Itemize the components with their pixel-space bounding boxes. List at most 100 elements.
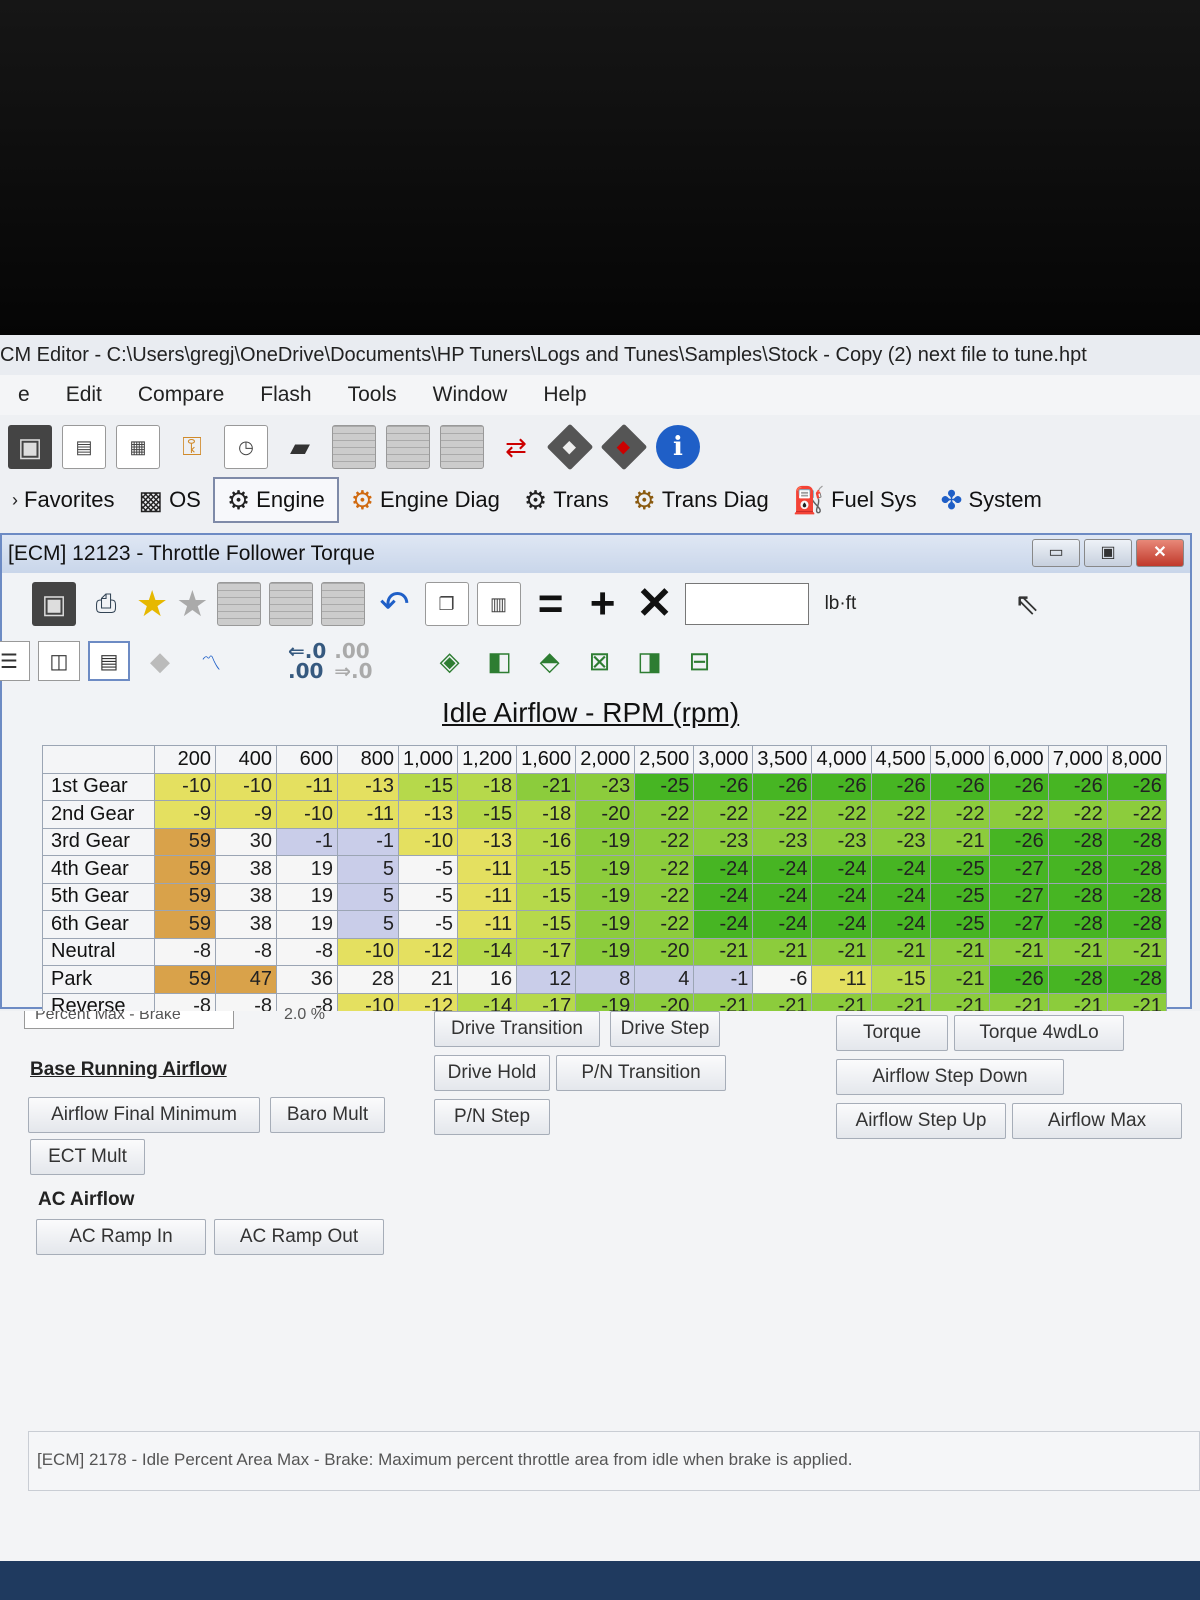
read-vehicle-icon[interactable]: ▰ bbox=[278, 425, 322, 469]
table-cell[interactable]: -19 bbox=[575, 855, 636, 884]
remove-favorite-icon[interactable]: ★ bbox=[176, 583, 208, 625]
table-cell[interactable]: -17 bbox=[516, 937, 577, 966]
table-cell[interactable]: -15 bbox=[870, 965, 931, 994]
column-header[interactable]: 2,500 bbox=[634, 745, 695, 774]
table-cell[interactable]: -8 bbox=[154, 937, 216, 966]
column-header[interactable]: 6,000 bbox=[988, 745, 1049, 774]
table-cell[interactable]: -22 bbox=[1106, 800, 1167, 829]
table-cell[interactable]: -21 bbox=[870, 937, 931, 966]
column-header[interactable]: 800 bbox=[337, 745, 399, 774]
table-cell[interactable]: -9 bbox=[154, 800, 216, 829]
save-icon[interactable]: ▣ bbox=[8, 425, 52, 469]
table-cell[interactable]: -28 bbox=[1106, 882, 1167, 911]
table-cell[interactable]: -22 bbox=[1047, 800, 1108, 829]
table-cell[interactable]: -19 bbox=[575, 910, 636, 939]
table-cell[interactable]: -25 bbox=[929, 882, 990, 911]
table-cell[interactable]: -22 bbox=[634, 827, 695, 856]
table-cell[interactable]: -25 bbox=[929, 855, 990, 884]
grid-view-3-icon[interactable] bbox=[440, 425, 484, 469]
view-rows-icon[interactable]: ☰ bbox=[0, 641, 30, 681]
tab-trans[interactable]: ⚙ Trans bbox=[512, 477, 621, 523]
menu-edit[interactable]: Edit bbox=[48, 383, 120, 407]
table-cell[interactable]: -15 bbox=[457, 800, 518, 829]
row-header[interactable]: Park bbox=[42, 965, 155, 994]
table-cell[interactable]: -12 bbox=[397, 937, 459, 966]
table-cell[interactable]: -22 bbox=[693, 800, 754, 829]
table-cell[interactable]: 19 bbox=[276, 855, 338, 884]
grid-view-1-icon[interactable] bbox=[332, 425, 376, 469]
plus-icon[interactable]: + bbox=[581, 582, 625, 626]
table-cell[interactable]: -23 bbox=[870, 827, 931, 856]
table-cell[interactable]: -10 bbox=[276, 800, 338, 829]
table-cell[interactable]: -24 bbox=[870, 855, 931, 884]
table-cell[interactable]: -10 bbox=[337, 937, 399, 966]
table-cell[interactable]: -24 bbox=[693, 855, 754, 884]
table-cell[interactable]: 36 bbox=[276, 965, 338, 994]
table-cell[interactable]: -26 bbox=[988, 965, 1049, 994]
table-cell[interactable]: 30 bbox=[215, 827, 277, 856]
menu-file[interactable]: e bbox=[0, 383, 48, 407]
table-cell[interactable]: -28 bbox=[1047, 882, 1108, 911]
row-header[interactable]: 3rd Gear bbox=[42, 827, 155, 856]
print-icon[interactable]: ⎙ bbox=[84, 582, 128, 626]
ac-ramp-in-button[interactable]: AC Ramp In bbox=[36, 1219, 206, 1255]
decrease-precision-icon[interactable]: .00 ⇒.0 bbox=[334, 641, 372, 681]
table-cell[interactable]: -21 bbox=[929, 937, 990, 966]
table-cell[interactable]: -28 bbox=[1106, 965, 1167, 994]
table-cell[interactable]: -8 bbox=[276, 937, 338, 966]
table-cell[interactable]: -1 bbox=[693, 965, 754, 994]
table-cell[interactable]: -21 bbox=[1047, 937, 1108, 966]
table-cell[interactable]: 5 bbox=[337, 855, 399, 884]
table-cell[interactable]: -19 bbox=[575, 882, 636, 911]
copy-icon[interactable]: ❐ bbox=[424, 582, 469, 626]
column-header[interactable]: 4,000 bbox=[811, 745, 872, 774]
airflow-max-button[interactable]: Airflow Max bbox=[1012, 1103, 1182, 1139]
view-split-icon[interactable]: ◫ bbox=[38, 641, 80, 681]
interpolate-horizontal-icon[interactable]: ◧ bbox=[479, 641, 521, 681]
table-cell[interactable]: -10 bbox=[154, 772, 216, 801]
table-cell[interactable]: -22 bbox=[988, 800, 1049, 829]
smooth-selection-icon[interactable]: ⊠ bbox=[579, 641, 621, 681]
column-header[interactable]: 1,600 bbox=[516, 745, 577, 774]
file-info-icon[interactable]: ▦ bbox=[116, 425, 160, 469]
menu-compare[interactable]: Compare bbox=[120, 383, 242, 407]
baro-mult-button[interactable]: Baro Mult bbox=[270, 1097, 385, 1133]
table-grid-2-icon[interactable] bbox=[268, 582, 313, 626]
row-header[interactable]: Neutral bbox=[42, 937, 155, 966]
fill-selection-icon[interactable]: ◨ bbox=[629, 641, 671, 681]
table-grid-3-icon[interactable] bbox=[320, 582, 365, 626]
table-cell[interactable]: -11 bbox=[457, 910, 518, 939]
tab-system[interactable]: ✤ System bbox=[929, 477, 1054, 523]
table-cell[interactable]: -26 bbox=[1047, 772, 1108, 801]
table-cell[interactable]: -13 bbox=[397, 800, 459, 829]
table-cell[interactable]: -26 bbox=[811, 772, 872, 801]
column-header[interactable]: 600 bbox=[276, 745, 338, 774]
table-cell[interactable]: 5 bbox=[337, 910, 399, 939]
row-header[interactable]: 6th Gear bbox=[42, 910, 155, 939]
open-folder-icon[interactable]: ▤ bbox=[62, 425, 106, 469]
table-cell[interactable]: -21 bbox=[929, 965, 990, 994]
table-cell[interactable]: -15 bbox=[516, 910, 577, 939]
table-cell[interactable]: -21 bbox=[1106, 937, 1167, 966]
table-cell[interactable]: -19 bbox=[575, 827, 636, 856]
table-cell[interactable]: 59 bbox=[154, 910, 216, 939]
table-cell[interactable]: -22 bbox=[634, 800, 695, 829]
ac-ramp-out-button[interactable]: AC Ramp Out bbox=[214, 1219, 384, 1255]
drive-step-button[interactable]: Drive Step bbox=[610, 1011, 720, 1047]
interpolate-vertical-icon[interactable]: ⬘ bbox=[529, 641, 571, 681]
table-cell[interactable]: -26 bbox=[752, 772, 813, 801]
menu-help[interactable]: Help bbox=[525, 383, 604, 407]
write-chip-icon[interactable]: ■ bbox=[600, 423, 648, 471]
table-cell[interactable]: -1 bbox=[337, 827, 399, 856]
table-cell[interactable]: -21 bbox=[988, 937, 1049, 966]
value-input[interactable] bbox=[684, 583, 809, 625]
tab-trans-diag[interactable]: ⚙ Trans Diag bbox=[621, 477, 781, 523]
column-header[interactable]: 8,000 bbox=[1106, 745, 1167, 774]
airflow-final-minimum-button[interactable]: Airflow Final Minimum bbox=[28, 1097, 260, 1133]
view-3d-icon[interactable]: ◆ bbox=[138, 639, 182, 683]
paste-icon[interactable]: ▥ bbox=[476, 582, 521, 626]
table-cell[interactable]: -15 bbox=[397, 772, 459, 801]
column-header[interactable]: 1,200 bbox=[457, 745, 518, 774]
table-cell[interactable]: -21 bbox=[516, 772, 577, 801]
table-cell[interactable]: -23 bbox=[575, 772, 636, 801]
